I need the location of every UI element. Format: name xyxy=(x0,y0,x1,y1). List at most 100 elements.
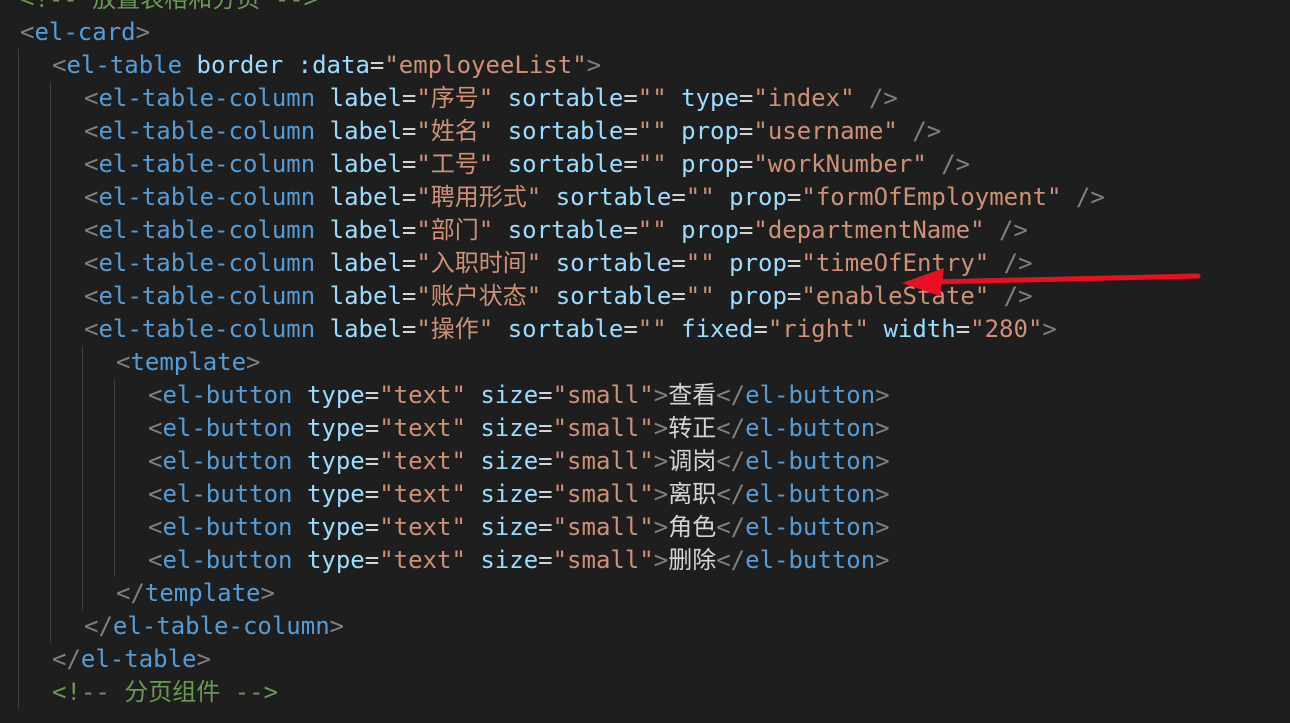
code-token: "enableState" xyxy=(801,282,990,310)
code-text: <!-- 放置表格和分页 --> xyxy=(20,0,318,16)
code-text: <el-button type="text" size="small">离职</… xyxy=(148,478,890,511)
code-token: > xyxy=(653,546,669,574)
indent-guide xyxy=(18,181,19,214)
indent-guide xyxy=(82,445,83,478)
code-line[interactable]: <el-table-column label="操作" sortable="" … xyxy=(0,313,1290,346)
code-token: /> xyxy=(1003,282,1033,310)
code-token: "small" xyxy=(552,480,654,508)
code-line[interactable]: <el-button type="text" size="small">离职</… xyxy=(0,478,1290,511)
code-token: type xyxy=(306,447,365,475)
code-token: > xyxy=(246,348,261,376)
indent-guide xyxy=(114,412,115,445)
code-text: <el-button type="text" size="small">查看</… xyxy=(148,379,890,412)
code-token: <!-- 分页组件 --> xyxy=(52,678,279,706)
code-token: "280" xyxy=(970,315,1043,343)
code-line[interactable]: <el-table-column label="账户状态" sortable="… xyxy=(0,280,1290,313)
code-token: </ xyxy=(716,513,746,541)
code-token: </ xyxy=(716,447,746,475)
indent-guide xyxy=(18,280,19,313)
code-token: el-button xyxy=(162,447,293,475)
code-line[interactable]: </el-table-column> xyxy=(0,610,1290,643)
code-line[interactable]: <el-table-column label="部门" sortable="" … xyxy=(0,214,1290,247)
code-line[interactable]: <el-table-column label="姓名" sortable="" … xyxy=(0,115,1290,148)
code-line[interactable]: <el-button type="text" size="small">查看</… xyxy=(0,379,1290,412)
code-line[interactable]: <el-button type="text" size="small">转正</… xyxy=(0,412,1290,445)
code-token: sortable xyxy=(555,249,672,277)
code-token: sortable xyxy=(555,282,672,310)
code-token: label xyxy=(329,315,402,343)
code-text: <el-card> xyxy=(20,16,150,49)
indent-guide xyxy=(18,478,19,511)
indent-guide xyxy=(18,214,19,247)
code-token: size xyxy=(480,447,539,475)
code-token: = xyxy=(738,117,754,145)
code-text: </template> xyxy=(116,577,275,610)
code-token: el-table-column xyxy=(98,315,316,343)
code-token: = xyxy=(364,480,380,508)
code-token: </ xyxy=(52,645,81,673)
code-line[interactable]: <el-table-column label="聘用形式" sortable="… xyxy=(0,181,1290,214)
indent-guide xyxy=(50,511,51,544)
code-token: < xyxy=(84,150,99,178)
code-token: el-button xyxy=(745,414,876,442)
code-token: </ xyxy=(716,480,746,508)
code-line[interactable]: <!-- 分页组件 --> xyxy=(0,676,1290,709)
code-line[interactable]: <!-- 放置表格和分页 --> xyxy=(0,0,1290,16)
code-token: el-table xyxy=(66,51,183,79)
code-line[interactable]: <el-button type="text" size="small">调岗</… xyxy=(0,445,1290,478)
code-token: = xyxy=(369,51,385,79)
code-token: = xyxy=(538,513,553,541)
code-token: = xyxy=(364,381,380,409)
code-line[interactable]: <template> xyxy=(0,346,1290,379)
code-line[interactable]: <el-table-column label="入职时间" sortable="… xyxy=(0,247,1290,280)
code-token: /> xyxy=(912,117,942,145)
code-token: > xyxy=(875,546,890,574)
code-token: "账户状态" xyxy=(416,282,542,310)
code-token: > xyxy=(653,447,669,475)
code-token: < xyxy=(116,348,131,376)
code-token: > xyxy=(135,18,151,46)
code-token: sortable xyxy=(507,117,624,145)
code-line[interactable]: <el-button type="text" size="small">删除</… xyxy=(0,544,1290,577)
code-line[interactable]: <el-table-column label="序号" sortable="" … xyxy=(0,82,1290,115)
code-token: size xyxy=(480,513,539,541)
indent-guide xyxy=(50,346,51,379)
code-token: "text" xyxy=(379,546,466,574)
code-line[interactable]: <el-table-column label="工号" sortable="" … xyxy=(0,148,1290,181)
code-token: "small" xyxy=(552,447,654,475)
code-token: size xyxy=(480,414,539,442)
code-line[interactable]: <el-card> xyxy=(0,16,1290,49)
indent-guide xyxy=(50,379,51,412)
code-token: = xyxy=(401,315,417,343)
code-token: < xyxy=(148,480,163,508)
code-token: /> xyxy=(1003,249,1033,277)
code-token: = xyxy=(738,216,754,244)
code-token: prop xyxy=(729,249,787,277)
code-token: prop xyxy=(681,117,739,145)
indent-guide xyxy=(18,511,19,544)
code-line[interactable]: <el-button type="text" size="small">角色</… xyxy=(0,511,1290,544)
code-text: <!-- 分页组件 --> xyxy=(52,676,278,709)
code-token: sortable xyxy=(507,216,624,244)
code-line[interactable]: <el-table border :data="employeeList"> xyxy=(0,49,1290,82)
code-token: label xyxy=(329,117,402,145)
code-token: label xyxy=(329,150,402,178)
code-token: = xyxy=(671,282,686,310)
code-token: "工号" xyxy=(416,150,494,178)
code-token: el-table-column xyxy=(98,249,316,277)
code-token: < xyxy=(148,381,163,409)
code-token: label xyxy=(329,84,402,112)
code-line[interactable]: </template> xyxy=(0,577,1290,610)
code-editor[interactable]: <!-- 放置表格和分页 --><el-card><el-table borde… xyxy=(0,0,1290,723)
code-token: > xyxy=(875,414,890,442)
code-line[interactable]: </el-table> xyxy=(0,643,1290,676)
